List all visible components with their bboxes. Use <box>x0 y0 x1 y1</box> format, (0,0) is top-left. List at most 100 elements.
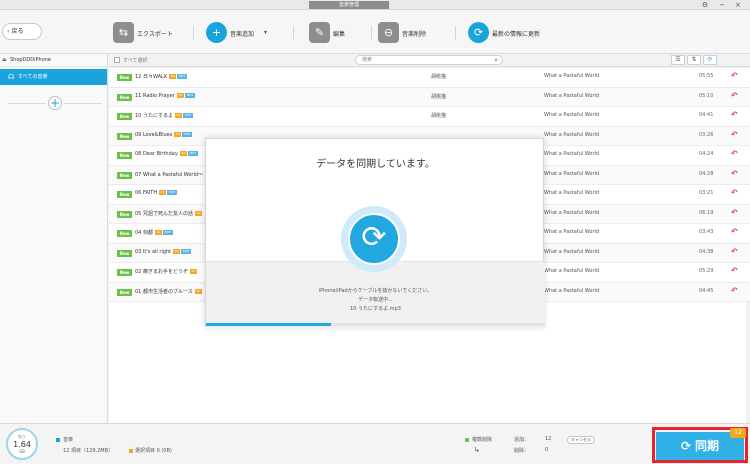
deleted-legend-dot <box>465 438 469 442</box>
undo-icon[interactable]: ↶ <box>731 286 738 295</box>
quality-badge: SQ <box>174 131 182 137</box>
device-header[interactable]: ⏏ ShopDDDiPhone <box>0 54 107 67</box>
dialog-status: データ転送中... <box>358 297 393 303</box>
song-album: What a Pastaful World <box>544 248 600 255</box>
quality-badge: SQ <box>175 113 183 118</box>
undo-icon[interactable]: ↶ <box>731 71 738 80</box>
song-title-text: 06 FAITH <box>135 190 158 196</box>
selected-count: 選択項目 0 (0B) <box>135 448 172 454</box>
new-badge: New <box>117 171 132 179</box>
divider <box>64 103 102 104</box>
table-row[interactable]: New 12 日々WALK SQ MP3 胡桃猫 What a Pastaful Worl… <box>109 68 750 88</box>
sidebar-item-all-music[interactable]: ☊ すべての音楽 <box>0 69 107 85</box>
song-duration: 04:28 <box>699 170 714 177</box>
new-badge: New <box>117 132 132 140</box>
refresh-icon: ⟳ <box>468 22 489 43</box>
select-all-label: すべて選択 <box>123 58 148 64</box>
song-title-text: 09 Love&Blues <box>135 131 173 138</box>
gear-icon[interactable]: ⚙ <box>700 0 710 10</box>
undo-icon[interactable]: ↶ <box>731 247 738 256</box>
list-header: すべて選択 検索 ⌕ ☰ ⇅ ⟳ <box>109 54 750 67</box>
export-button[interactable]: ⇆ エクスポート <box>113 22 183 44</box>
back-button[interactable]: ‹ 戻る <box>2 23 42 40</box>
table-row[interactable]: New 11 Radio Prayer SQ MP3 胡桃猫 What a Pastafu… <box>109 87 750 107</box>
song-title: 01 都市生活者のブルース SQ <box>135 288 202 295</box>
undo-icon[interactable]: ↶ <box>731 169 738 178</box>
song-album: What a Pastaful World <box>544 151 600 157</box>
format-badge: MP3 <box>177 74 188 79</box>
sync-animation: ⟳ <box>341 206 407 272</box>
format-badge: MP3 <box>184 92 195 98</box>
undo-icon[interactable]: ↶ <box>731 227 738 236</box>
add-playlist-button[interactable]: + <box>48 96 62 110</box>
song-album: What a Pastaful World <box>544 170 600 177</box>
chevron-down-icon[interactable]: ▾ <box>264 29 267 36</box>
delete-music-button[interactable]: ⊖ 音楽削除 <box>378 22 438 44</box>
song-artist: 胡桃猫 <box>431 93 447 100</box>
song-album: What a Pastaful World <box>544 229 600 235</box>
undo-icon[interactable]: ↶ <box>731 149 738 158</box>
sync-settings-icon[interactable]: ⟳ <box>703 55 717 65</box>
refresh-label: 最新の情報に更新 <box>492 31 541 38</box>
arrow-icon: ↳ <box>474 446 480 454</box>
list-view-icon[interactable]: ☰ <box>671 55 685 65</box>
song-duration: 05:10 <box>699 92 714 99</box>
edit-icon: ✎ <box>309 22 330 43</box>
search-input[interactable]: 検索 ⌕ <box>355 55 503 65</box>
undo-icon[interactable]: ↶ <box>731 188 738 197</box>
search-icon[interactable]: ⌕ <box>494 56 498 64</box>
new-badge: New <box>117 210 132 218</box>
table-row[interactable]: New 10 うたにするよ SQ MP3 胡桃猫 What a Pastaful Worl… <box>109 107 750 127</box>
refresh-button[interactable]: ⟳ 最新の情報に更新 <box>468 22 558 44</box>
undo-icon[interactable]: ↶ <box>731 208 738 217</box>
sync-icon: ⟳ <box>680 439 692 453</box>
sort-icon[interactable]: ⇅ <box>687 55 701 65</box>
song-title: 12 日々WALK SQ MP3 <box>135 73 188 80</box>
edit-button[interactable]: ✎ 編集 <box>309 22 359 44</box>
new-badge: New <box>117 288 132 296</box>
eject-icon[interactable]: ⏏ <box>2 54 7 67</box>
toolbar-divider <box>371 26 372 40</box>
new-badge: New <box>117 269 132 276</box>
song-artist: 胡桃猫 <box>431 113 447 119</box>
add-music-label: 音楽追加 <box>230 31 255 38</box>
close-button[interactable]: × <box>733 0 743 10</box>
toolbar-divider <box>455 26 456 40</box>
new-badge: New <box>117 93 132 101</box>
export-icon: ⇆ <box>113 22 134 43</box>
window-title: 音楽管理 <box>309 1 389 9</box>
progress-bar <box>206 323 545 326</box>
sync-count-badge: 12 <box>730 428 746 438</box>
format-badge: MP3 <box>183 113 194 118</box>
song-title-text: 07 What a Pastaful World～ <box>135 171 204 178</box>
format-badge: MP3 <box>167 190 178 195</box>
new-badge: New <box>117 249 132 257</box>
song-title: 04 刻都 SQ MP3 <box>135 229 173 236</box>
undo-icon[interactable]: ↶ <box>731 91 738 100</box>
song-title: 10 うたにするよ SQ MP3 <box>135 112 194 119</box>
song-title-text: 11 Radio Prayer <box>135 92 175 99</box>
toolbar-divider <box>293 26 294 40</box>
song-album: What a Pastaful World <box>544 73 600 79</box>
added-value: 12 <box>545 436 552 442</box>
add-music-button[interactable]: + 音楽追加 ▾ <box>206 22 276 44</box>
music-legend-dot <box>56 438 60 442</box>
song-title: 03 It's all right SQ MP3 <box>135 248 192 255</box>
music-label: 音楽 <box>63 437 74 443</box>
footer: 残り 1.64 GB 音楽 12 項目（129.2MB） 選択項目 0 (0B)… <box>0 423 750 464</box>
undo-icon[interactable]: ↶ <box>731 130 738 139</box>
deleted-legend-label: 複数削除 <box>472 437 493 443</box>
dialog-current-file: 10 うたにするよ.mp3 <box>350 306 401 312</box>
quality-badge: SQ <box>179 151 187 156</box>
undo-icon[interactable]: ↶ <box>731 266 738 275</box>
song-duration: 06:19 <box>699 209 714 216</box>
song-title: 07 What a Pastaful World～ <box>135 171 203 178</box>
select-all-checkbox[interactable] <box>114 57 120 63</box>
cancel-button[interactable]: キャンセル <box>567 436 595 444</box>
minimize-button[interactable]: − <box>717 0 727 10</box>
search-placeholder: 検索 <box>362 57 373 63</box>
storage-value: 1.64 <box>13 440 31 449</box>
undo-icon[interactable]: ↶ <box>731 110 738 119</box>
song-title: 02 瘰ぎまお手をどうぞ SQ <box>135 268 197 275</box>
new-badge: New <box>117 113 132 120</box>
